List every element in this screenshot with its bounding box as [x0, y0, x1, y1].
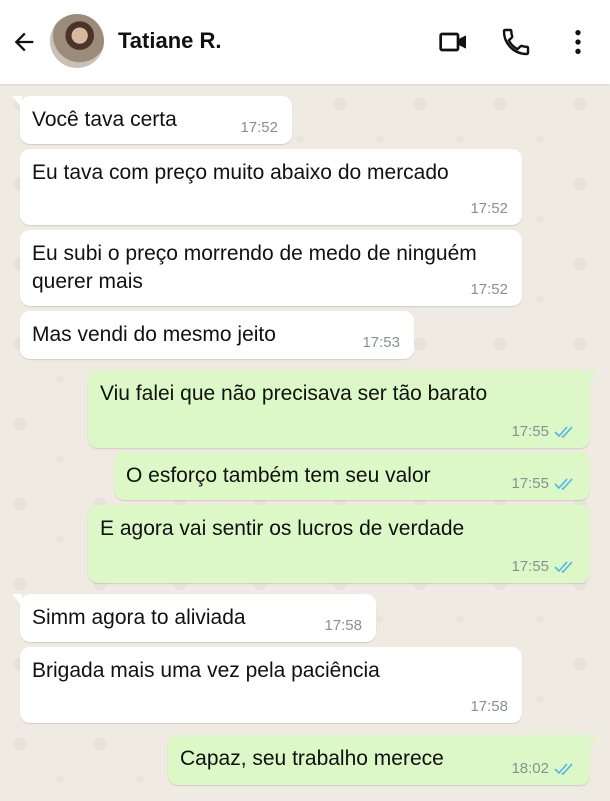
message-bubble[interactable]: Eu tava com preço muito abaixo do mercad… — [20, 149, 522, 225]
message-text: Mas vendi do mesmo jeito — [32, 323, 276, 346]
chat-header: Tatiane R. — [0, 0, 610, 84]
message-text: Simm agora to aliviada — [32, 606, 246, 629]
read-ticks-icon — [554, 425, 573, 438]
message-text: Viu falei que não precisava ser tão bara… — [100, 382, 488, 405]
message-time: 17:58 — [324, 617, 362, 634]
message-text: E agora vai sentir os lucros de verdade — [100, 517, 465, 540]
message-bubble[interactable]: Simm agora to aliviada 17:58 — [12, 594, 376, 642]
message-text: Brigada mais uma vez pela paciência — [32, 659, 380, 682]
message-bubble[interactable]: Capaz, seu trabalho merece 18:02 — [168, 735, 598, 785]
message-bubble[interactable]: Eu subi o preço morrendo de medo de ning… — [20, 230, 522, 306]
message-time: 17:52 — [240, 119, 278, 136]
message-text: O esforço também tem seu valor — [126, 464, 431, 487]
message-time: 17:52 — [470, 200, 508, 217]
message-bubble[interactable]: O esforço também tem seu valor 17:55 — [114, 452, 590, 500]
back-arrow-icon[interactable] — [10, 28, 38, 56]
phone-call-icon[interactable] — [500, 26, 532, 58]
message-bubble[interactable]: Você tava certa 17:52 — [12, 96, 292, 144]
message-bubble[interactable]: Mas vendi do mesmo jeito 17:53 — [20, 311, 414, 359]
message-time: 17:55 — [511, 423, 549, 440]
message-time: 17:52 — [470, 281, 508, 298]
message-text: Eu tava com preço muito abaixo do mercad… — [32, 161, 449, 184]
avatar[interactable] — [50, 14, 104, 68]
message-time: 17:55 — [511, 558, 549, 575]
message-time: 17:55 — [511, 475, 549, 492]
more-vertical-icon[interactable] — [562, 26, 594, 58]
contact-name[interactable]: Tatiane R. — [118, 28, 222, 54]
read-ticks-icon — [554, 560, 573, 573]
message-time: 17:58 — [470, 698, 508, 715]
message-text: Eu subi o preço morrendo de medo de ning… — [32, 242, 477, 293]
message-time: 17:53 — [362, 334, 400, 351]
read-ticks-icon — [554, 477, 573, 490]
message-bubble[interactable]: E agora vai sentir os lucros de verdade … — [88, 505, 590, 583]
message-bubble[interactable]: Brigada mais uma vez pela paciência 17:5… — [20, 647, 522, 723]
message-bubble[interactable]: Viu falei que não precisava ser tão bara… — [88, 370, 598, 448]
message-time: 18:02 — [511, 760, 549, 777]
video-call-icon[interactable] — [438, 26, 470, 58]
read-ticks-icon — [554, 762, 573, 775]
